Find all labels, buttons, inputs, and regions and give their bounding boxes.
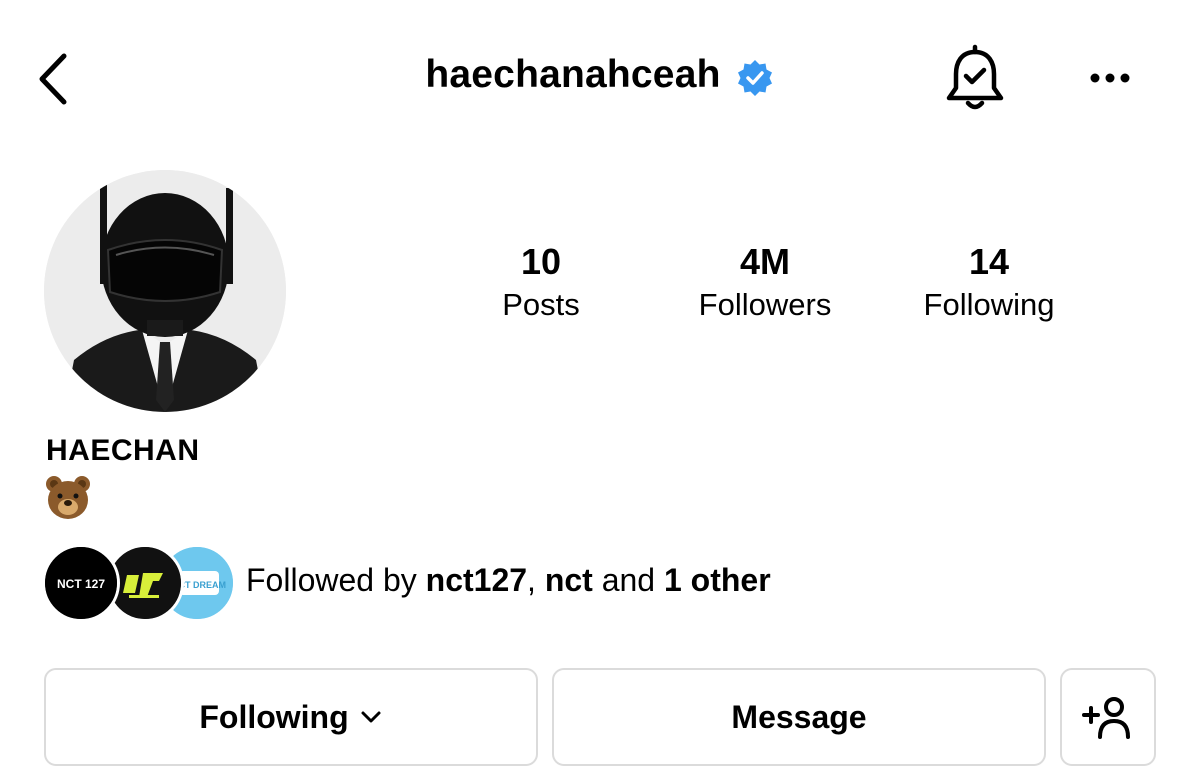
profile-avatar[interactable] <box>44 170 286 412</box>
follower-avatar-label-1: NCT 127 <box>57 577 105 591</box>
followed-by-user-2[interactable]: nct <box>545 562 593 598</box>
follower-avatar-nct127[interactable]: NCT 127 <box>42 544 120 622</box>
followed-by-others[interactable]: 1 other <box>664 562 771 598</box>
stat-followers-label: Followers <box>698 287 832 322</box>
followed-by-text[interactable]: Followed by nct127, nct and 1 other <box>246 562 771 599</box>
following-button-label: Following <box>199 698 349 735</box>
followed-by-separator: , <box>527 562 545 598</box>
followed-by-conjunction: and <box>592 562 664 598</box>
more-dots-icon <box>1090 73 1130 83</box>
back-button[interactable] <box>30 48 78 108</box>
stat-following-value: 14 <box>968 241 1010 282</box>
bell-check-icon <box>946 44 1004 110</box>
followed-by-user-1[interactable]: nct127 <box>426 562 527 598</box>
stat-followers-value: 4M <box>739 241 790 282</box>
bear-face-emoji-icon <box>44 474 92 522</box>
followed-by-prefix: Followed by <box>246 562 426 598</box>
chevron-down-icon <box>361 711 381 723</box>
stat-followers[interactable]: 4M Followers <box>665 240 865 326</box>
verified-badge-icon <box>737 60 772 96</box>
stat-following-label: Following <box>923 287 1055 322</box>
profile-username: haechanahceah <box>425 53 721 96</box>
more-options-button[interactable] <box>1082 58 1138 98</box>
stat-posts[interactable]: 10 Posts <box>441 240 641 326</box>
helmet-figure-image <box>44 170 286 412</box>
add-user-button[interactable] <box>1060 668 1156 766</box>
profile-display-name: HAECHAN <box>46 434 200 467</box>
stat-posts-value: 10 <box>520 241 562 282</box>
add-user-icon <box>1082 697 1130 739</box>
stat-following[interactable]: 14 Following <box>889 240 1089 326</box>
stat-posts-label: Posts <box>502 287 580 322</box>
message-button[interactable]: Message <box>552 668 1046 766</box>
message-button-label: Message <box>731 698 867 735</box>
notifications-button[interactable] <box>940 44 1010 114</box>
back-chevron-icon <box>39 53 67 105</box>
following-button[interactable]: Following <box>44 668 538 766</box>
header-title-group: haechanahceah <box>0 52 1200 98</box>
